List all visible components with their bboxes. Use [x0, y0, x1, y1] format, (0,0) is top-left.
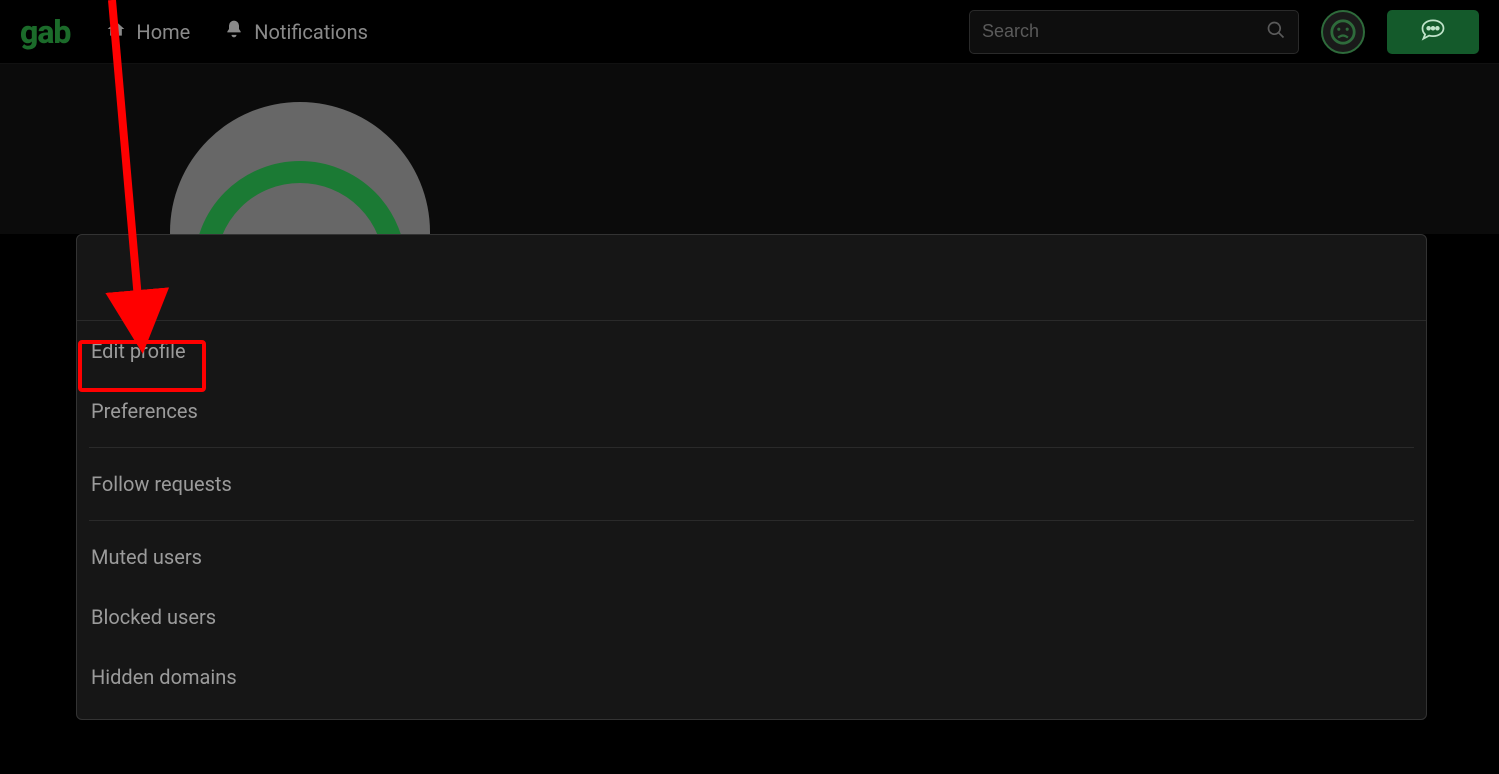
speech-bubble-icon — [1419, 16, 1447, 48]
search-input[interactable] — [982, 21, 1266, 42]
menu-divider — [89, 520, 1414, 521]
menu-header-blank — [77, 235, 1426, 321]
nav-home-label: Home — [136, 20, 190, 44]
frown-face-icon — [1329, 18, 1357, 46]
bell-icon — [224, 19, 244, 44]
settings-menu: Edit profile Preferences Follow requests… — [76, 234, 1427, 720]
menu-item-edit-profile[interactable]: Edit profile — [77, 321, 1426, 381]
search-box[interactable] — [969, 10, 1299, 54]
avatar-small[interactable] — [1321, 10, 1365, 54]
menu-item-muted-users[interactable]: Muted users — [77, 527, 1426, 587]
nav-notifications[interactable]: Notifications — [224, 19, 368, 44]
menu-item-blocked-users[interactable]: Blocked users — [77, 587, 1426, 647]
nav-links: Home Notifications — [106, 19, 368, 44]
menu-item-follow-requests[interactable]: Follow requests — [77, 454, 1426, 514]
home-icon — [106, 19, 126, 44]
menu-item-hidden-domains[interactable]: Hidden domains — [77, 647, 1426, 707]
compose-button[interactable] — [1387, 10, 1479, 54]
top-nav: gab Home Notifications — [0, 0, 1499, 64]
nav-home[interactable]: Home — [106, 19, 190, 44]
brand-logo[interactable]: gab — [20, 13, 70, 51]
menu-divider — [89, 447, 1414, 448]
menu-item-preferences[interactable]: Preferences — [77, 381, 1426, 441]
nav-notifications-label: Notifications — [254, 20, 368, 44]
search-icon — [1266, 20, 1286, 44]
